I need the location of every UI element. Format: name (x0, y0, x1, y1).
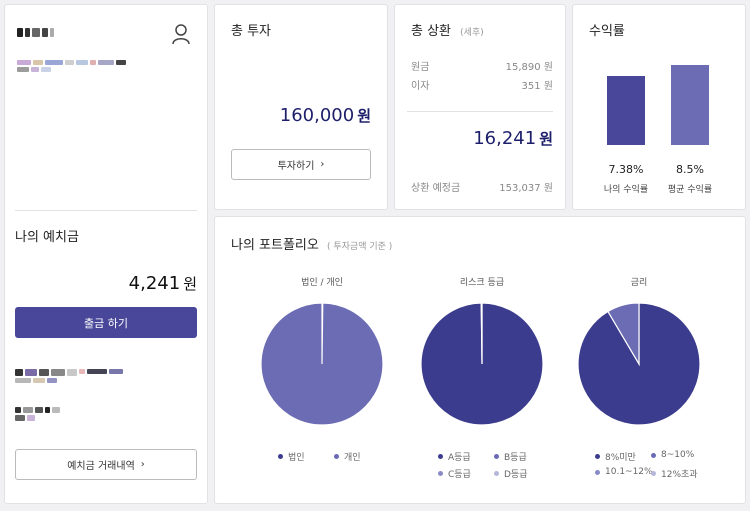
expected-repay-label: 상환 예정금 (411, 183, 461, 194)
legend-dot (595, 469, 600, 475)
portfolio-pie-charts: 법인 / 개인법인 개인 리스크 등급 A등급 B등급 C등급 D등급 금리 8%미만 8~10%… (215, 217, 747, 505)
total-repay-title-text: 총 상환 (411, 24, 452, 39)
deposit-amount-unit: 원 (183, 275, 197, 293)
legend-dot (438, 471, 443, 476)
total-repay-amount-unit: 원 (539, 130, 553, 148)
masked-user-name (17, 28, 77, 37)
legend-dot (278, 454, 283, 459)
yield-bar-1 (607, 75, 645, 145)
pie-title: 금리 (630, 278, 648, 288)
principal-value: 15,890 원 (505, 62, 553, 73)
yield-value-label: 7.38% (608, 163, 644, 176)
total-invest-amount-unit: 원 (357, 107, 371, 125)
legend-dot (494, 454, 499, 459)
pie-slice (260, 302, 384, 426)
expected-repay-value: 153,037 원 (499, 183, 553, 194)
total-repay-amount: 16,241 원 (405, 128, 553, 149)
pie-legend-item: D등급 (494, 467, 528, 480)
masked-user-info (17, 60, 127, 72)
pie-chart-3 (577, 302, 701, 426)
total-repay-card: 총 상환 (세후) 원금 15,890 원 이자 351 원 16,241 원 상… (394, 4, 566, 210)
legend-label: 10.1~12% (605, 467, 653, 477)
pie-legend-item: 8~10% (651, 450, 694, 460)
legend-label: 개인 (344, 453, 361, 463)
total-repay-subtitle: (세후) (460, 28, 484, 38)
legend-label: 8~10% (661, 450, 695, 460)
pie-chart-1 (260, 302, 384, 426)
legend-dot (494, 471, 499, 476)
chevron-right-icon: › (320, 159, 325, 170)
interest-label: 이자 (411, 81, 430, 92)
legend-label: A등급 (448, 453, 471, 463)
withdraw-button[interactable]: 출금 하기 (15, 307, 197, 338)
masked-account-info (15, 369, 135, 383)
yield-card: 수익률 7.38% 나의 수익률 8.5% 평균 수익률 (572, 4, 746, 210)
total-invest-amount-value: 160,000 (279, 105, 355, 126)
pie-title: 리스크 등급 (459, 278, 505, 288)
legend-label: 12%초과 (661, 470, 698, 480)
yield-category-label: 나의 수익률 (603, 185, 649, 195)
yield-category-label: 평균 수익률 (667, 185, 713, 195)
deposit-history-button[interactable]: 예치금 거래내역 › (15, 449, 197, 480)
portfolio-card: 나의 포트폴리오 ( 투자금액 기준 ) 법인 / 개인 법인 개인 리스크 등급 A등… (214, 216, 746, 504)
pie-slice (480, 302, 483, 365)
deposit-title: 나의 예치금 (15, 230, 79, 245)
withdraw-label: 출금 하기 (84, 316, 128, 330)
deposit-history-label: 예치금 거래내역 (67, 461, 135, 472)
legend-dot (438, 454, 443, 459)
pie-legend-item: A등급 (438, 450, 471, 463)
yield-value-label: 8.5% (676, 163, 704, 176)
total-repay-amount-value: 16,241 (473, 128, 537, 149)
legend-dot (651, 471, 656, 476)
pie-legend-item: 10.1~12% (595, 467, 653, 477)
pie-title: 법인 / 개인 (301, 278, 343, 288)
profile-card: 나의 예치금 4,241 원 출금 하기 예치금 거래내역 › (4, 4, 208, 504)
invest-button-label: 투자하기 (277, 161, 315, 172)
invest-button[interactable]: 투자하기 › (231, 149, 371, 180)
yield-bar-chart: 7.38% 나의 수익률 8.5% 평균 수익률 (573, 5, 747, 211)
deposit-amount-value: 4,241 (128, 273, 181, 294)
pie-legend-item: 12%초과 (651, 467, 698, 480)
deposit-amount: 4,241 원 (45, 273, 197, 294)
legend-label: 법인 (288, 453, 305, 463)
chevron-right-icon: › (140, 459, 145, 470)
principal-row: 원금 15,890 원 (411, 58, 553, 73)
repay-divider (407, 111, 553, 112)
legend-dot (334, 454, 339, 459)
masked-account-number (15, 407, 69, 421)
total-invest-amount: 160,000 원 (225, 105, 371, 126)
legend-label: 8%미만 (605, 453, 636, 463)
principal-label: 원금 (411, 62, 430, 73)
pie-legend-item: B등급 (494, 450, 527, 463)
legend-label: D등급 (504, 470, 528, 480)
user-icon[interactable] (171, 23, 191, 45)
expected-repay-row: 상환 예정금 153,037 원 (411, 179, 553, 194)
pie-chart-2 (420, 302, 544, 426)
pie-legend-item: 법인 (278, 450, 305, 463)
pie-legend-item: 개인 (334, 450, 361, 463)
legend-label: C등급 (448, 470, 471, 480)
legend-label: B등급 (504, 453, 527, 463)
total-invest-card: 총 투자 160,000 원 투자하기 › (214, 4, 388, 210)
interest-row: 이자 351 원 (411, 77, 553, 92)
profile-divider (15, 210, 197, 211)
yield-bar-2 (671, 65, 709, 145)
legend-dot (595, 454, 600, 459)
legend-dot (651, 452, 656, 458)
total-invest-title: 총 투자 (231, 24, 272, 39)
interest-value: 351 원 (521, 81, 553, 92)
pie-legend-item: C등급 (438, 467, 471, 480)
total-repay-title: 총 상환 (세후) (411, 20, 484, 39)
pie-legend-item: 8%미만 (595, 450, 636, 463)
